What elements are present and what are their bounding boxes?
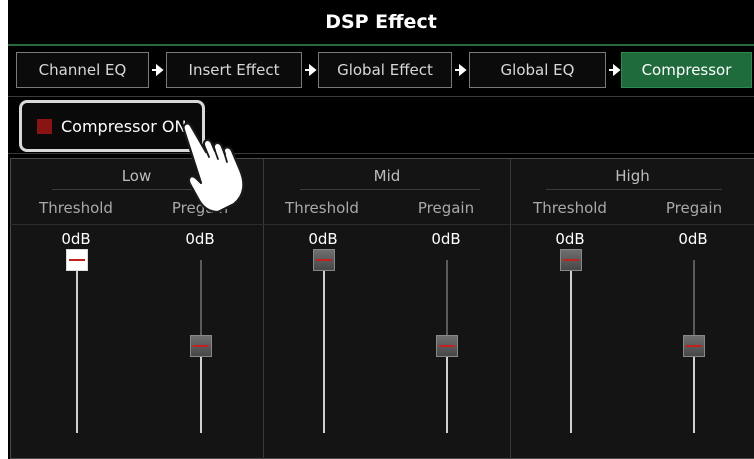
band-underline (546, 189, 722, 190)
slider-track-high-threshold[interactable] (570, 260, 572, 433)
knob-marker (69, 259, 85, 261)
tab-global-eq[interactable]: Global EQ (469, 52, 606, 88)
slider-knob-low-pregain[interactable] (190, 335, 212, 357)
slider-track-mid-pregain-upper[interactable] (446, 260, 448, 346)
arrow-right-icon (455, 63, 467, 77)
slider-track-low-threshold[interactable] (76, 260, 78, 433)
parameter-header-divider (10, 224, 754, 225)
slider-knob-mid-pregain[interactable] (436, 335, 458, 357)
dsp-effect-screen: DSP Effect Channel EQ Insert Effect Glob… (8, 0, 754, 459)
tab-insert-effect[interactable]: Insert Effect (166, 52, 302, 88)
value-mid-threshold: 0dB (308, 230, 338, 248)
slider-track-low-pregain[interactable] (200, 346, 202, 433)
knob-marker (439, 345, 455, 347)
value-low-threshold: 0dB (61, 230, 91, 248)
knob-marker (563, 259, 579, 261)
arrow-right-icon (305, 63, 317, 77)
slider-track-mid-pregain[interactable] (446, 346, 448, 433)
knob-marker (316, 259, 332, 261)
band-label-high: High (615, 167, 650, 185)
slider-knob-high-pregain[interactable] (683, 335, 705, 357)
param-label-low-threshold: Threshold (39, 199, 113, 217)
band-underline (300, 189, 480, 190)
arrow-right-icon (609, 63, 621, 77)
value-high-pregain: 0dB (678, 230, 708, 248)
arrow-right-icon (152, 63, 164, 77)
toggle-label: Compressor ON (61, 116, 187, 136)
value-low-pregain: 0dB (185, 230, 215, 248)
tab-global-effect[interactable]: Global Effect (318, 52, 452, 88)
value-high-threshold: 0dB (555, 230, 585, 248)
knob-marker (193, 345, 209, 347)
slider-knob-low-threshold[interactable] (66, 249, 88, 271)
param-label-high-threshold: Threshold (533, 199, 607, 217)
param-label-high-pregain: Pregain (665, 199, 723, 217)
band-label-mid: Mid (373, 167, 401, 185)
slider-track-high-pregain-upper[interactable] (693, 260, 695, 346)
value-mid-pregain: 0dB (431, 230, 461, 248)
slider-knob-mid-threshold[interactable] (313, 249, 335, 271)
param-label-mid-threshold: Threshold (285, 199, 359, 217)
slider-track-mid-threshold[interactable] (323, 260, 325, 433)
slider-track-high-pregain[interactable] (693, 346, 695, 433)
knob-marker (686, 345, 702, 347)
title-underline (8, 44, 754, 46)
page-title: DSP Effect (8, 0, 754, 44)
tab-channel-eq[interactable]: Channel EQ (16, 52, 149, 88)
slider-knob-high-threshold[interactable] (560, 249, 582, 271)
hand-pointer-icon (182, 122, 245, 214)
toggle-indicator (37, 118, 52, 134)
slider-track-low-pregain-upper[interactable] (200, 260, 202, 346)
param-label-mid-pregain: Pregain (417, 199, 475, 217)
tab-compressor[interactable]: Compressor (621, 52, 752, 88)
